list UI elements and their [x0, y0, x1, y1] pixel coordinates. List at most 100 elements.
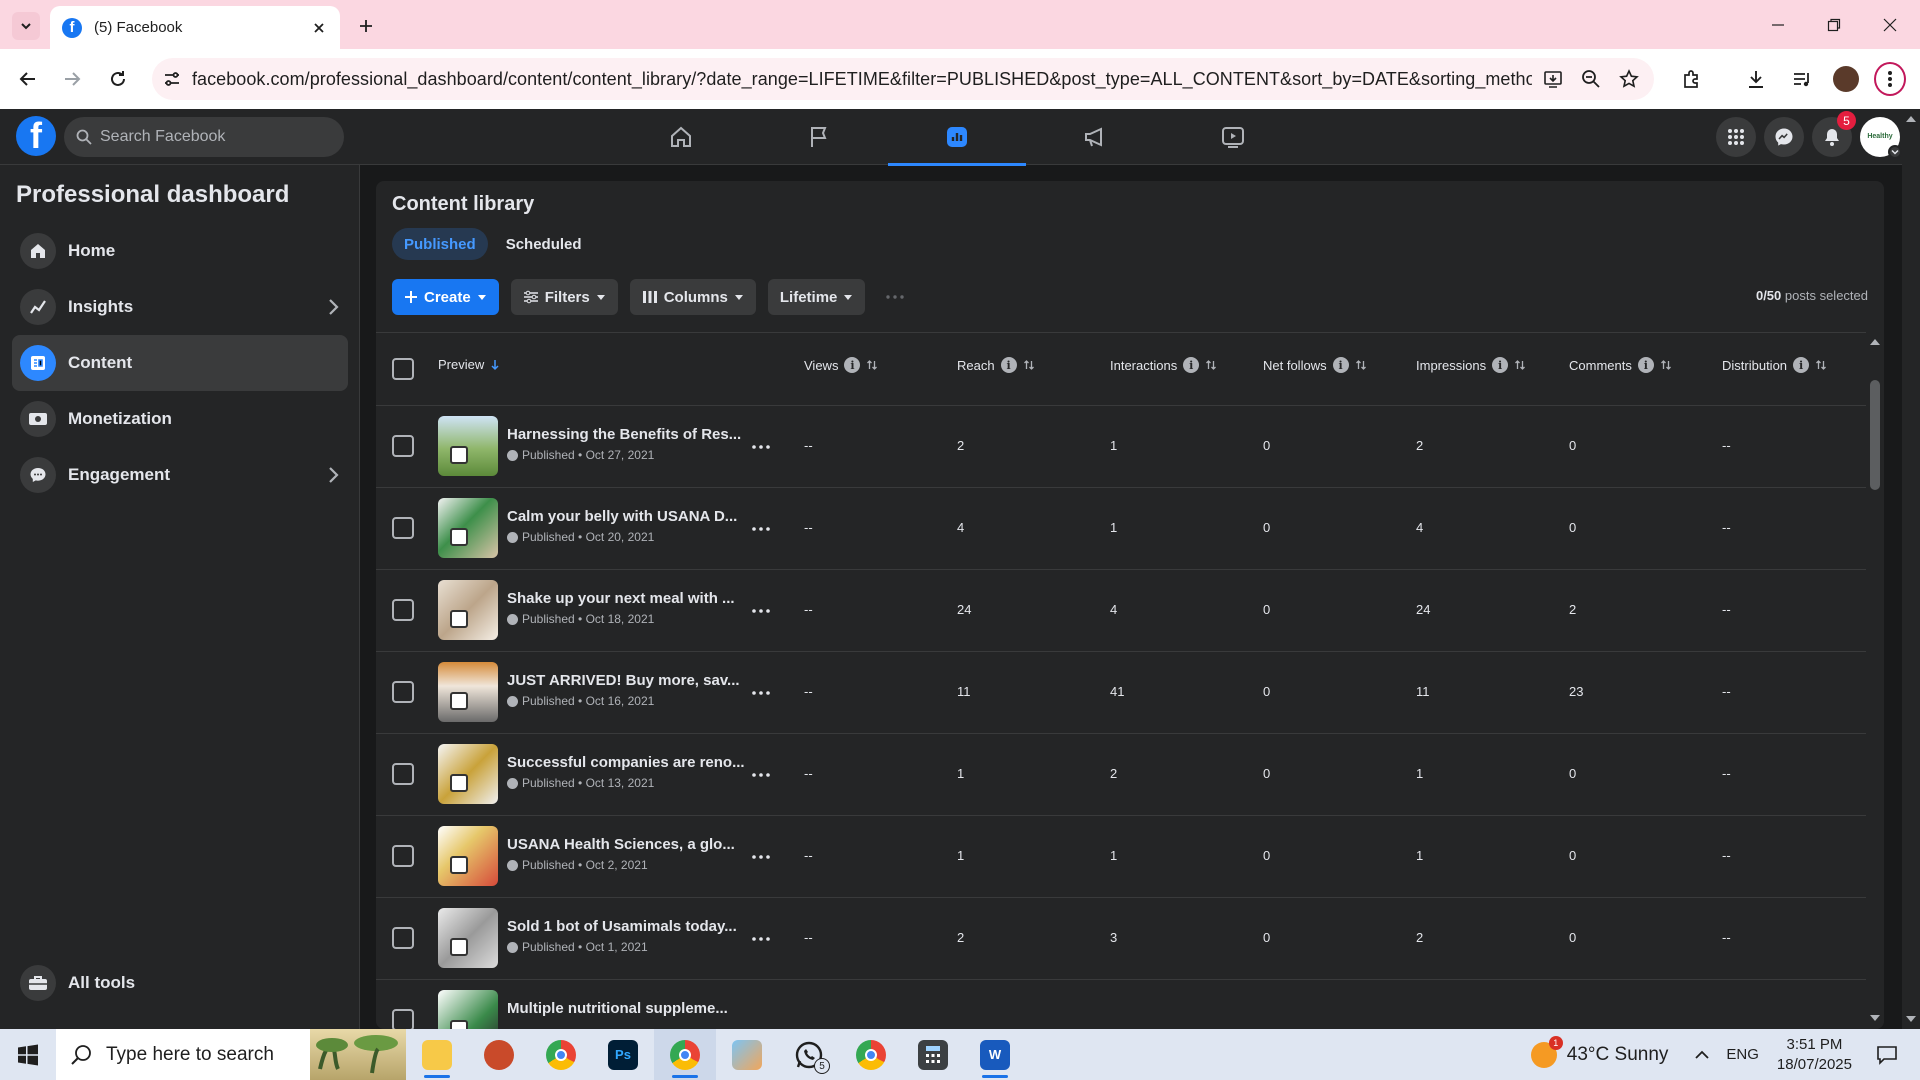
- row-more-options-button[interactable]: [746, 842, 776, 872]
- taskbar-chrome-active[interactable]: [654, 1029, 716, 1080]
- nav-tab-video[interactable]: [1164, 109, 1302, 165]
- row-more-options-button[interactable]: [746, 924, 776, 954]
- taskbar-game-app[interactable]: [468, 1029, 530, 1080]
- column-header-net-follows[interactable]: Net follows i: [1263, 357, 1367, 373]
- row-more-options-button[interactable]: [746, 514, 776, 544]
- nav-tab-home[interactable]: [612, 109, 750, 165]
- nav-tab-pages[interactable]: [750, 109, 888, 165]
- row-more-options-button[interactable]: [746, 432, 776, 462]
- sidebar-item-all-tools[interactable]: All tools: [12, 958, 348, 1008]
- table-row[interactable]: Successful companies are reno... Publishe…: [376, 733, 1866, 815]
- minimize-button[interactable]: [1758, 10, 1798, 40]
- facebook-search[interactable]: [64, 117, 344, 157]
- sidebar-item-engagement[interactable]: Engagement: [12, 447, 348, 503]
- browser-tab-facebook[interactable]: f (5) Facebook: [50, 6, 340, 49]
- action-center-button[interactable]: [1872, 1040, 1902, 1070]
- scroll-up-arrow-icon[interactable]: [1905, 115, 1917, 125]
- nav-tab-ads[interactable]: [1026, 109, 1164, 165]
- table-row[interactable]: Harnessing the Benefits of Res... Publish…: [376, 405, 1866, 487]
- account-profile-button[interactable]: Healthy: [1860, 117, 1902, 159]
- scroll-down-arrow-icon[interactable]: [1905, 1015, 1917, 1025]
- column-header-comments[interactable]: Comments i: [1569, 357, 1672, 373]
- lifetime-date-button[interactable]: Lifetime: [767, 279, 866, 315]
- taskbar-paint[interactable]: [716, 1029, 778, 1080]
- info-icon[interactable]: i: [1000, 357, 1017, 373]
- table-row[interactable]: Sold 1 bot of Usamimals today... Publishe…: [376, 897, 1866, 979]
- post-thumbnail[interactable]: [438, 580, 498, 640]
- sidebar-item-insights[interactable]: Insights: [12, 279, 348, 335]
- post-title[interactable]: Multiple nutritional suppleme...: [507, 1000, 728, 1017]
- tab-search-button[interactable]: [12, 12, 40, 40]
- extensions-button[interactable]: [1676, 63, 1708, 95]
- back-button[interactable]: [12, 63, 44, 95]
- media-controls-button[interactable]: [1786, 63, 1818, 95]
- sidebar-item-content[interactable]: Content: [12, 335, 348, 391]
- table-row[interactable]: USANA Health Sciences, a glo... Published…: [376, 815, 1866, 897]
- post-title[interactable]: Successful companies are reno...: [507, 754, 745, 771]
- taskbar-photoshop[interactable]: Ps: [592, 1029, 654, 1080]
- row-more-options-button[interactable]: [746, 760, 776, 790]
- notifications-button[interactable]: 5: [1812, 111, 1856, 157]
- columns-button[interactable]: Columns: [629, 279, 756, 315]
- row-checkbox[interactable]: [392, 599, 414, 621]
- info-icon[interactable]: i: [844, 357, 861, 373]
- info-icon[interactable]: i: [1793, 357, 1810, 373]
- row-checkbox[interactable]: [392, 845, 414, 867]
- post-thumbnail[interactable]: [438, 990, 498, 1029]
- taskbar-clock[interactable]: 3:51 PM 18/07/2025: [1777, 1035, 1852, 1075]
- table-scrollbar[interactable]: [1866, 332, 1884, 1029]
- table-row[interactable]: JUST ARRIVED! Buy more, sav... Published …: [376, 651, 1866, 733]
- info-icon[interactable]: i: [1183, 357, 1200, 373]
- post-title[interactable]: Harnessing the Benefits of Res...: [507, 426, 741, 443]
- bookmark-button[interactable]: [1614, 64, 1644, 94]
- row-more-options-button[interactable]: [746, 596, 776, 626]
- row-checkbox[interactable]: [392, 435, 414, 457]
- chrome-profile-button[interactable]: [1830, 63, 1862, 95]
- language-indicator[interactable]: ENG: [1726, 1046, 1759, 1063]
- tab-scheduled[interactable]: Scheduled: [494, 228, 594, 260]
- search-input[interactable]: [100, 128, 320, 146]
- restore-button[interactable]: [1814, 10, 1854, 40]
- column-header-views[interactable]: Views i: [804, 357, 878, 373]
- sidebar-item-home[interactable]: Home: [12, 223, 348, 279]
- site-info-icon[interactable]: [152, 70, 192, 88]
- taskbar-calculator[interactable]: [902, 1029, 964, 1080]
- scrollbar-thumb[interactable]: [1870, 380, 1880, 490]
- weather-widget[interactable]: 1 43°C Sunny: [1530, 1035, 1668, 1068]
- info-icon[interactable]: i: [1332, 357, 1349, 373]
- tab-published[interactable]: Published: [392, 228, 488, 260]
- post-thumbnail[interactable]: [438, 826, 498, 886]
- taskbar-search[interactable]: Type here to search: [56, 1029, 406, 1080]
- close-window-button[interactable]: [1870, 10, 1910, 40]
- chrome-menu-button[interactable]: [1874, 62, 1906, 96]
- column-header-preview[interactable]: Preview: [438, 357, 500, 372]
- show-hidden-icons-button[interactable]: [1692, 1050, 1712, 1060]
- taskbar-chrome-profile[interactable]: [840, 1029, 902, 1080]
- taskbar-whatsapp[interactable]: 5: [778, 1029, 840, 1080]
- post-title[interactable]: USANA Health Sciences, a glo...: [507, 836, 735, 853]
- column-header-interactions[interactable]: Interactions i: [1110, 357, 1217, 373]
- taskbar-file-explorer[interactable]: [406, 1029, 468, 1080]
- row-more-options-button[interactable]: [746, 678, 776, 708]
- row-checkbox[interactable]: [392, 517, 414, 539]
- column-header-distribution[interactable]: Distribution i: [1722, 357, 1827, 373]
- column-header-impressions[interactable]: Impressions i: [1416, 357, 1526, 373]
- nav-tab-dashboard[interactable]: [888, 109, 1026, 166]
- reload-button[interactable]: [102, 63, 134, 95]
- info-icon[interactable]: i: [1637, 357, 1654, 373]
- start-button[interactable]: [0, 1029, 56, 1080]
- column-header-reach[interactable]: Reach i: [957, 357, 1035, 373]
- post-thumbnail[interactable]: [438, 416, 498, 476]
- table-row[interactable]: Calm your belly with USANA D... Published…: [376, 487, 1866, 569]
- select-all-checkbox[interactable]: [392, 358, 414, 380]
- post-thumbnail[interactable]: [438, 744, 498, 804]
- address-bar[interactable]: facebook.com/professional_dashboard/cont…: [152, 58, 1654, 100]
- page-scrollbar[interactable]: [1902, 109, 1920, 1029]
- row-checkbox[interactable]: [392, 763, 414, 785]
- forward-button[interactable]: [56, 63, 88, 95]
- facebook-logo-icon[interactable]: f: [16, 116, 56, 156]
- filters-button[interactable]: Filters: [510, 279, 618, 315]
- info-icon[interactable]: i: [1492, 357, 1509, 373]
- table-row[interactable]: Shake up your next meal with ... Publishe…: [376, 569, 1866, 651]
- zoom-button[interactable]: [1576, 64, 1606, 94]
